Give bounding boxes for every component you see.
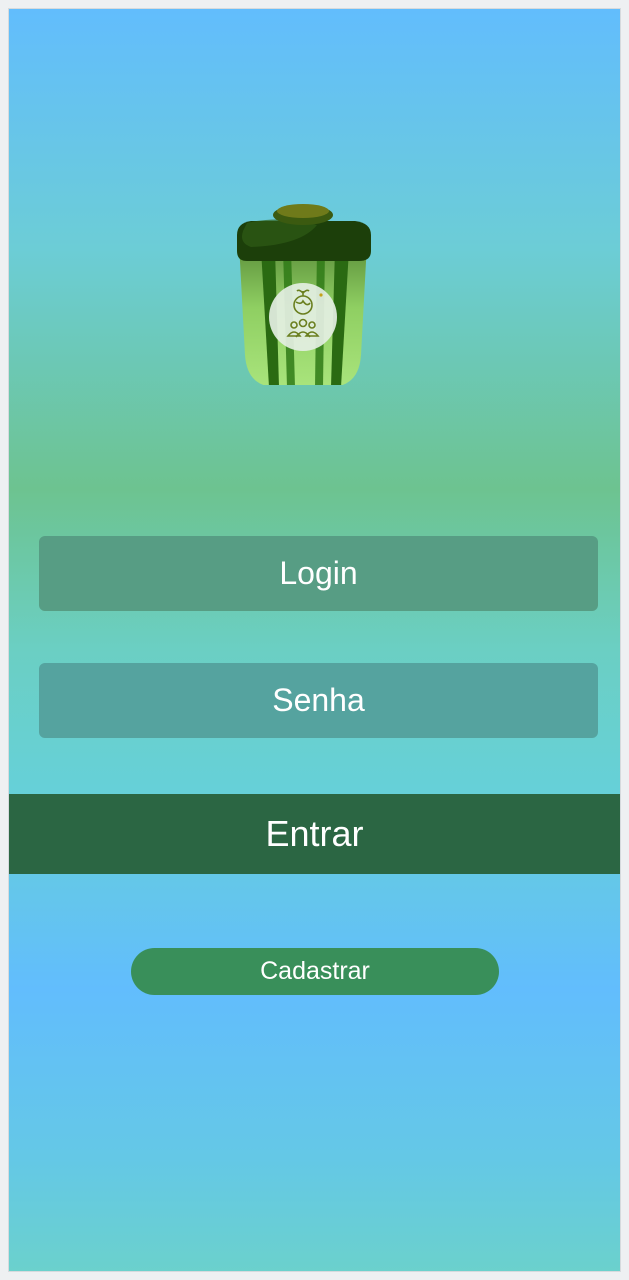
login-screen: Entrar Cadastrar	[8, 8, 621, 1272]
login-input[interactable]	[39, 536, 598, 611]
register-button[interactable]: Cadastrar	[131, 948, 499, 995]
recycling-bin-logo	[237, 204, 371, 385]
password-input[interactable]	[39, 663, 598, 738]
submit-button[interactable]: Entrar	[9, 794, 620, 874]
